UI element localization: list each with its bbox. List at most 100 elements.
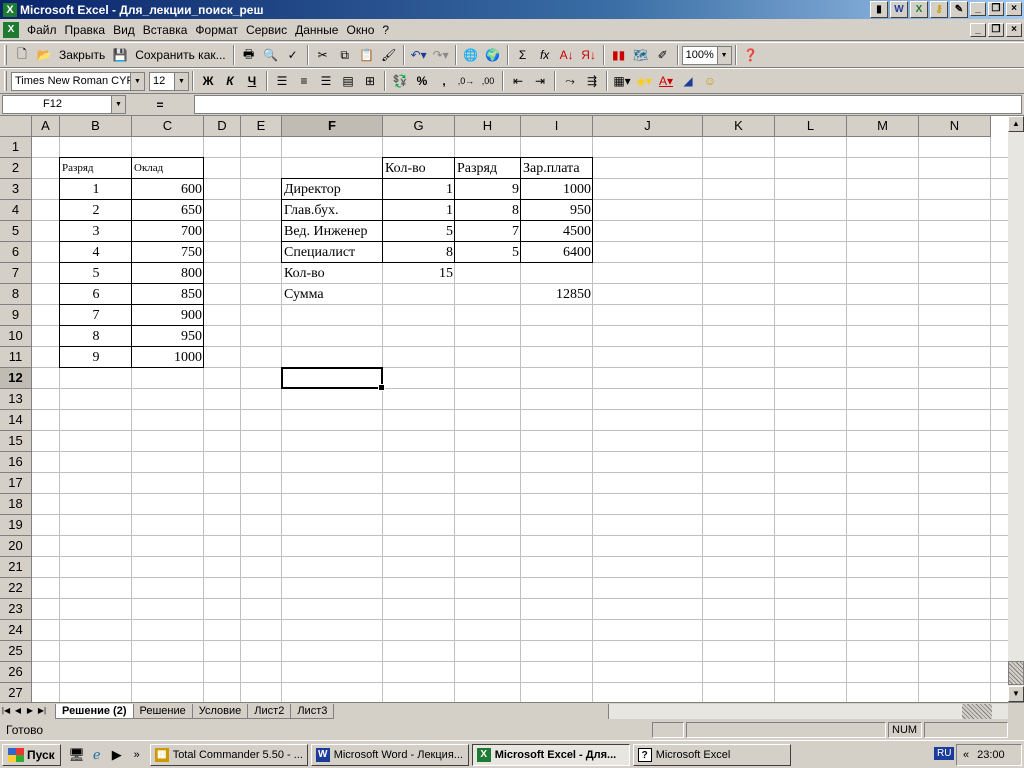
map-icon[interactable]: 🗺 (630, 44, 652, 66)
row-header-5[interactable]: 5 (0, 221, 32, 242)
column-header-h[interactable]: H (455, 116, 521, 137)
undo-icon[interactable]: ↶▾ (408, 44, 430, 66)
grade-cell[interactable]: 7 (60, 305, 132, 326)
paste-icon[interactable]: 📋 (356, 44, 378, 66)
scroll-thumb[interactable] (1008, 661, 1024, 685)
column-header-l[interactable]: L (775, 116, 847, 137)
text-direction-icon[interactable]: ◢ (677, 70, 699, 92)
autosum-icon[interactable]: Σ (512, 44, 534, 66)
increase-decimal-icon[interactable]: ,0→ (455, 70, 477, 92)
copy-icon[interactable]: ⧉ (334, 44, 356, 66)
grade-cell[interactable]: 9 (455, 179, 521, 200)
chevron-down-icon[interactable]: ▼ (174, 72, 188, 90)
drawing-icon[interactable]: ✐ (652, 44, 674, 66)
count-cell[interactable]: 5 (383, 221, 455, 242)
column-header-f[interactable]: F (282, 116, 383, 137)
formula-input[interactable] (194, 95, 1022, 114)
toolbar-grip[interactable] (4, 45, 7, 65)
table-header-cell[interactable]: Разряд (455, 158, 521, 179)
count-cell[interactable]: 8 (383, 242, 455, 263)
column-header-k[interactable]: K (703, 116, 775, 137)
sheet-tab[interactable]: Решение (132, 703, 193, 719)
horizontal-scrollbar[interactable] (608, 704, 1008, 719)
row-header-10[interactable]: 10 (0, 326, 32, 347)
menu-help[interactable]: ? (378, 23, 393, 37)
italic-button[interactable]: К (219, 70, 241, 92)
sort-descending-icon[interactable]: Я↓ (578, 44, 600, 66)
cut-icon[interactable]: ✂ (312, 44, 334, 66)
language-indicator[interactable]: RU (934, 747, 955, 760)
scroll-thumb[interactable] (962, 704, 992, 719)
chevron-right-icon[interactable]: » (127, 745, 147, 765)
menu-insert[interactable]: Вставка (139, 23, 192, 37)
row-header-27[interactable]: 27 (0, 683, 32, 702)
salary-cell[interactable]: 600 (132, 179, 204, 200)
grade-cell[interactable]: 5 (455, 242, 521, 263)
salary-cell[interactable]: 700 (132, 221, 204, 242)
task-total-commander[interactable]: ▦ Total Commander 5.50 - ... (149, 743, 308, 766)
trace-precedents-icon[interactable]: ⤳ (559, 70, 581, 92)
open-folder-icon[interactable]: 📂 (33, 44, 55, 66)
column-header-n[interactable]: N (919, 116, 991, 137)
salary-cell[interactable]: 850 (132, 284, 204, 305)
menu-edit[interactable]: Правка (61, 23, 110, 37)
row-header-19[interactable]: 19 (0, 515, 32, 536)
column-header-g[interactable]: G (383, 116, 455, 137)
chevron-down-icon[interactable]: ▼ (130, 72, 144, 90)
row-header-6[interactable]: 6 (0, 242, 32, 263)
chevron-left-icon[interactable]: « (963, 749, 969, 761)
task-excel-dialog[interactable]: ? Microsoft Excel (632, 743, 791, 766)
borders-icon[interactable]: ▦▾ (611, 70, 633, 92)
row-header-22[interactable]: 22 (0, 578, 32, 599)
sheet-tab[interactable]: Лист3 (290, 703, 335, 719)
chart-wizard-icon[interactable]: ▮▮ (608, 44, 630, 66)
function-icon[interactable]: fx (534, 44, 556, 66)
merge-center-icon[interactable]: ⊞ (359, 70, 381, 92)
bold-button[interactable]: Ж (197, 70, 219, 92)
task-excel-active[interactable]: X Microsoft Excel - Для... (471, 743, 630, 766)
grade-cell[interactable]: 5 (60, 263, 132, 284)
count-label-cell[interactable]: Кол-во (282, 263, 383, 284)
row-header-9[interactable]: 9 (0, 305, 32, 326)
menu-file[interactable]: Файл (23, 23, 61, 37)
align-left-icon[interactable]: ☰ (271, 70, 293, 92)
title-bar[interactable]: X Microsoft Excel - Для_лекции_поиск_реш… (0, 0, 1024, 19)
redo-icon[interactable]: ↷▾ (430, 44, 452, 66)
start-button[interactable]: Пуск (2, 743, 61, 766)
prev-sheet-icon[interactable]: ◀ (12, 704, 24, 718)
select-all-button[interactable] (0, 116, 32, 137)
font-name-select[interactable]: Times New Roman CYR ▼ (11, 71, 145, 91)
position-cell[interactable]: Директор (282, 179, 383, 200)
row-header-26[interactable]: 26 (0, 662, 32, 683)
grade-cell[interactable]: 3 (60, 221, 132, 242)
smiley-icon[interactable]: ☺ (699, 70, 721, 92)
column-header-c[interactable]: C (132, 116, 204, 137)
row-header-3[interactable]: 3 (0, 179, 32, 200)
sheet-tab[interactable]: Лист2 (247, 703, 292, 719)
table-header-cell[interactable]: Оклад (132, 158, 204, 179)
increase-indent-icon[interactable]: ⇥ (529, 70, 551, 92)
column-header-j[interactable]: J (593, 116, 703, 137)
salary-cell[interactable]: 1000 (132, 347, 204, 368)
chevron-down-icon[interactable]: ▼ (111, 96, 125, 113)
grade-cell[interactable]: 8 (455, 200, 521, 221)
menu-view[interactable]: Вид (109, 23, 139, 37)
sheet-tab-active[interactable]: Решение (2) (55, 703, 134, 719)
wage-cell[interactable]: 950 (521, 200, 593, 221)
row-header-25[interactable]: 25 (0, 641, 32, 662)
column-header-b[interactable]: B (60, 116, 132, 137)
total-sum-cell[interactable]: 12850 (521, 284, 593, 305)
salary-cell[interactable]: 900 (132, 305, 204, 326)
row-header-12[interactable]: 12 (0, 368, 32, 389)
trace-dependents-icon[interactable]: ⇶ (581, 70, 603, 92)
chevron-down-icon[interactable]: ▼ (716, 46, 731, 64)
key-icon[interactable]: ⚷ (930, 1, 948, 18)
wage-cell[interactable]: 4500 (521, 221, 593, 242)
column-header-d[interactable]: D (204, 116, 241, 137)
salary-cell[interactable]: 650 (132, 200, 204, 221)
office-assistant-icon[interactable]: ❓ (740, 44, 762, 66)
restore-button[interactable]: ❐ (988, 2, 1004, 16)
vertical-scrollbar[interactable]: ▲ ▼ (1008, 116, 1024, 702)
active-cell-f12[interactable] (281, 367, 385, 391)
percent-button[interactable]: % (411, 70, 433, 92)
